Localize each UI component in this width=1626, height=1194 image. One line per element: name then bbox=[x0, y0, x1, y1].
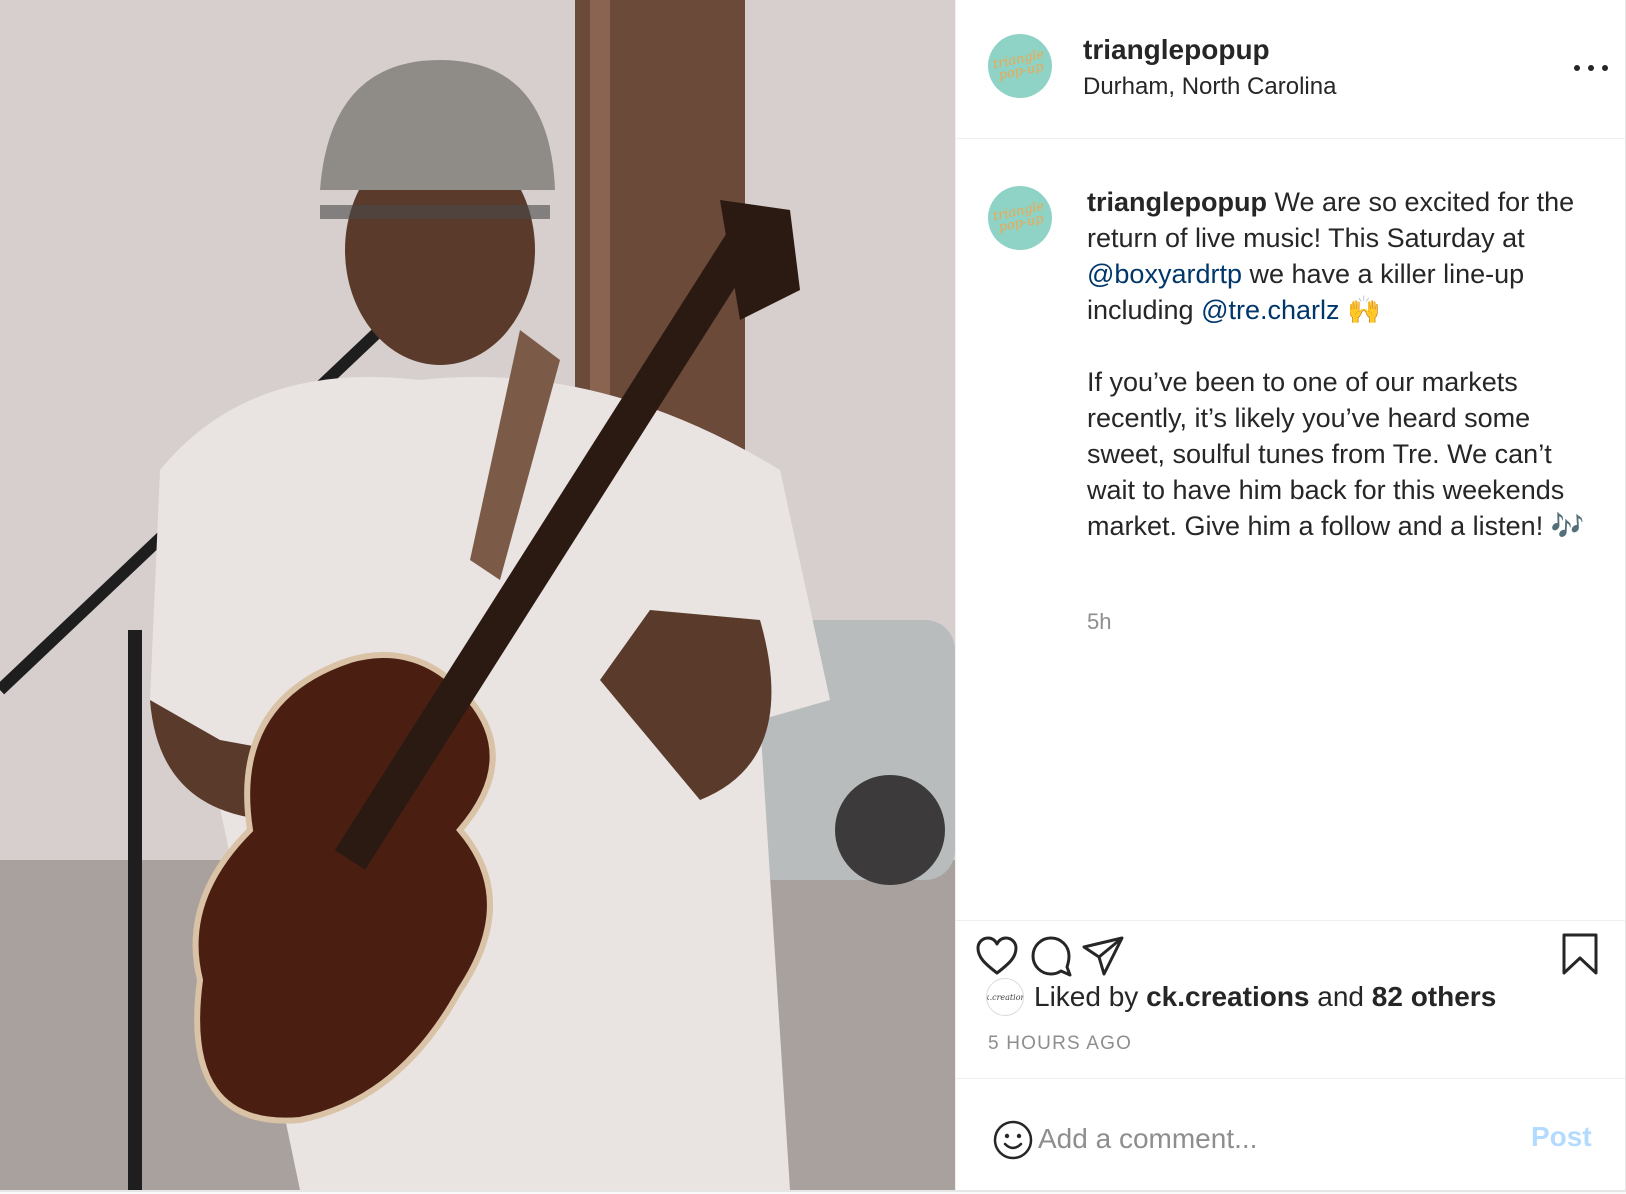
post-photo-illustration bbox=[0, 0, 955, 1190]
more-dot bbox=[1602, 65, 1608, 71]
likes-conjunction: and bbox=[1317, 981, 1364, 1012]
likes-prefix: Liked by bbox=[1034, 981, 1139, 1012]
caption-username[interactable]: trianglepopup bbox=[1087, 187, 1267, 217]
more-options-icon[interactable] bbox=[1574, 56, 1608, 80]
photo-car-wheel bbox=[835, 775, 945, 885]
more-dot bbox=[1588, 65, 1594, 71]
save-button[interactable] bbox=[1557, 931, 1603, 977]
emoji-button[interactable] bbox=[992, 1119, 1034, 1161]
liker-username[interactable]: ck.creations bbox=[1146, 981, 1309, 1013]
comment-icon bbox=[1031, 936, 1072, 977]
caption-text: 🙌 If you’ve been to one of our markets r… bbox=[1087, 295, 1585, 541]
share-button[interactable] bbox=[1080, 933, 1126, 979]
avatar-logo-text: triangle pop-up bbox=[991, 46, 1046, 84]
comment-box: Post bbox=[956, 1078, 1625, 1191]
more-dot bbox=[1574, 65, 1580, 71]
avatar-logo-text: triangle pop-up bbox=[991, 198, 1046, 236]
likes-others-link[interactable]: 82 others bbox=[1372, 981, 1497, 1013]
header-location[interactable]: Durham, North Carolina bbox=[1083, 73, 1336, 101]
post-header: triangle pop-up trianglepopup Durham, No… bbox=[956, 0, 1625, 139]
profile-avatar[interactable]: triangle pop-up bbox=[988, 34, 1052, 98]
like-button[interactable] bbox=[974, 933, 1020, 979]
header-username[interactable]: trianglepopup bbox=[1083, 34, 1270, 66]
caption-mention-link[interactable]: @tre.charlz bbox=[1201, 295, 1339, 325]
post-timestamp[interactable]: 5 HOURS AGO bbox=[988, 1033, 1132, 1055]
comment-input[interactable] bbox=[1038, 1115, 1498, 1163]
caption-mention-link[interactable]: @boxyardrtp bbox=[1087, 259, 1242, 289]
share-icon bbox=[1082, 936, 1124, 976]
post-side-panel: triangle pop-up trianglepopup Durham, No… bbox=[955, 0, 1625, 1190]
bookmark-icon bbox=[1562, 933, 1598, 975]
likes-summary: ck.creations Liked by ck.creations and 8… bbox=[986, 977, 1496, 1017]
post-caption: trianglepopup We are so excited for the … bbox=[1087, 184, 1597, 544]
caption-area: triangle pop-up trianglepopup We are so … bbox=[956, 139, 1625, 919]
action-bar: ck.creations Liked by ck.creations and 8… bbox=[956, 920, 1625, 1079]
photo-glasses bbox=[320, 205, 550, 219]
smiley-icon bbox=[993, 1120, 1033, 1160]
caption-timestamp: 5h bbox=[1087, 609, 1112, 634]
post-comment-button[interactable]: Post bbox=[1531, 1121, 1592, 1153]
post-container: triangle pop-up trianglepopup Durham, No… bbox=[0, 0, 1626, 1192]
comment-button[interactable] bbox=[1028, 933, 1074, 979]
caption-avatar[interactable]: triangle pop-up bbox=[988, 186, 1052, 250]
post-photo[interactable] bbox=[0, 0, 955, 1190]
heart-icon bbox=[976, 936, 1018, 975]
liker-avatar[interactable]: ck.creations bbox=[986, 978, 1024, 1016]
liker-avatar-text: ck.creations bbox=[987, 992, 1023, 1002]
